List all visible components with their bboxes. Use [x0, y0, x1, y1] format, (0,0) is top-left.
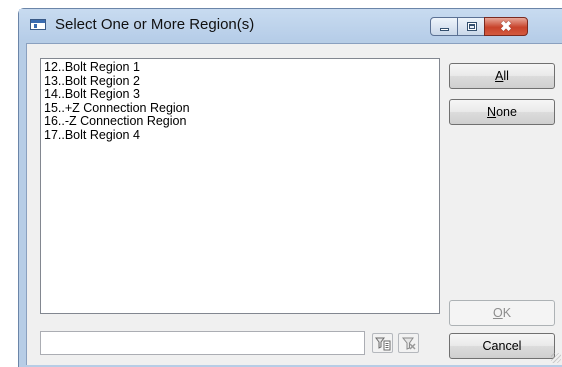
clear-filter-button[interactable]: [398, 333, 419, 353]
list-item[interactable]: 15..+Z Connection Region: [44, 101, 439, 116]
ok-button-label: K: [502, 306, 512, 320]
dialog-body: 12..Bolt Region 1 13..Bolt Region 2 14..…: [26, 43, 562, 365]
select-none-button[interactable]: None: [449, 99, 555, 125]
ok-button-mnemonic: O: [492, 306, 503, 320]
resize-grip[interactable]: [551, 353, 561, 363]
window-icon: [30, 19, 46, 30]
list-item[interactable]: 12..Bolt Region 1: [44, 60, 439, 75]
none-button-mnemonic: N: [487, 105, 497, 119]
select-all-button[interactable]: All: [449, 63, 555, 89]
minimize-icon: [440, 28, 449, 31]
cancel-button[interactable]: Cancel: [449, 333, 555, 359]
list-item[interactable]: 14..Bolt Region 3: [44, 87, 439, 102]
clear-filter-icon: [401, 337, 416, 350]
window-title: Select One or More Region(s): [55, 16, 255, 33]
list-item[interactable]: 17..Bolt Region 4: [44, 128, 439, 143]
maximize-icon: [467, 22, 477, 31]
region-list[interactable]: 12..Bolt Region 1 13..Bolt Region 2 14..…: [40, 58, 440, 314]
all-button-label: ll: [503, 69, 509, 83]
close-icon: ✖: [500, 18, 512, 34]
minimize-button[interactable]: [430, 17, 458, 36]
close-button[interactable]: ✖: [484, 17, 528, 36]
dialog-window: Select One or More Region(s) ✖ 12..Bolt …: [18, 8, 562, 367]
list-item[interactable]: 16..-Z Connection Region: [44, 114, 439, 129]
none-button-label: one: [496, 105, 517, 119]
filter-icon: [375, 337, 391, 351]
filter-input[interactable]: [40, 331, 365, 355]
ok-button[interactable]: OK: [449, 300, 555, 326]
title-bar[interactable]: Select One or More Region(s) ✖: [19, 9, 562, 40]
maximize-button[interactable]: [457, 17, 485, 36]
list-item[interactable]: 13..Bolt Region 2: [44, 74, 439, 89]
apply-filter-button[interactable]: [372, 333, 393, 353]
